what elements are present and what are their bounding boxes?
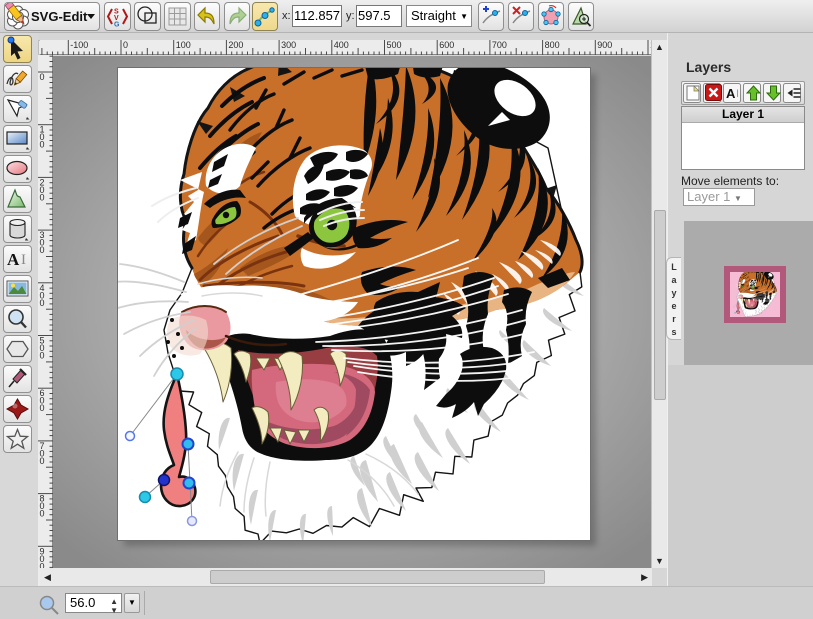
svg-text:0: 0 [40,245,45,255]
svg-text:600: 600 [439,40,454,50]
svg-text:0: 0 [40,192,45,202]
svg-text:G: G [114,22,120,29]
svg-text:300: 300 [281,40,296,50]
svg-text:0: 0 [40,72,45,82]
svg-text:100: 100 [176,40,191,50]
svg-text:SVG-Edit: SVG-Edit [31,9,88,24]
svg-text:I: I [736,88,739,100]
svg-text:I: I [21,252,26,268]
svg-text:400: 400 [334,40,349,50]
svg-text:500: 500 [387,40,402,50]
svg-text:-100: -100 [70,40,88,50]
svg-text:0: 0 [40,298,45,308]
svg-text:0: 0 [40,456,45,466]
svg-text:0: 0 [40,351,45,361]
svg-text:900: 900 [597,40,612,50]
svg-text:0: 0 [40,403,45,413]
svg-text:0: 0 [123,40,128,50]
svg-text:A: A [726,86,736,101]
svg-text:800: 800 [545,40,560,50]
svg-text:0: 0 [40,140,45,150]
svg-text:700: 700 [492,40,507,50]
svg-text:200: 200 [228,40,243,50]
svg-text:A: A [7,250,20,269]
svg-text:0: 0 [40,509,45,519]
